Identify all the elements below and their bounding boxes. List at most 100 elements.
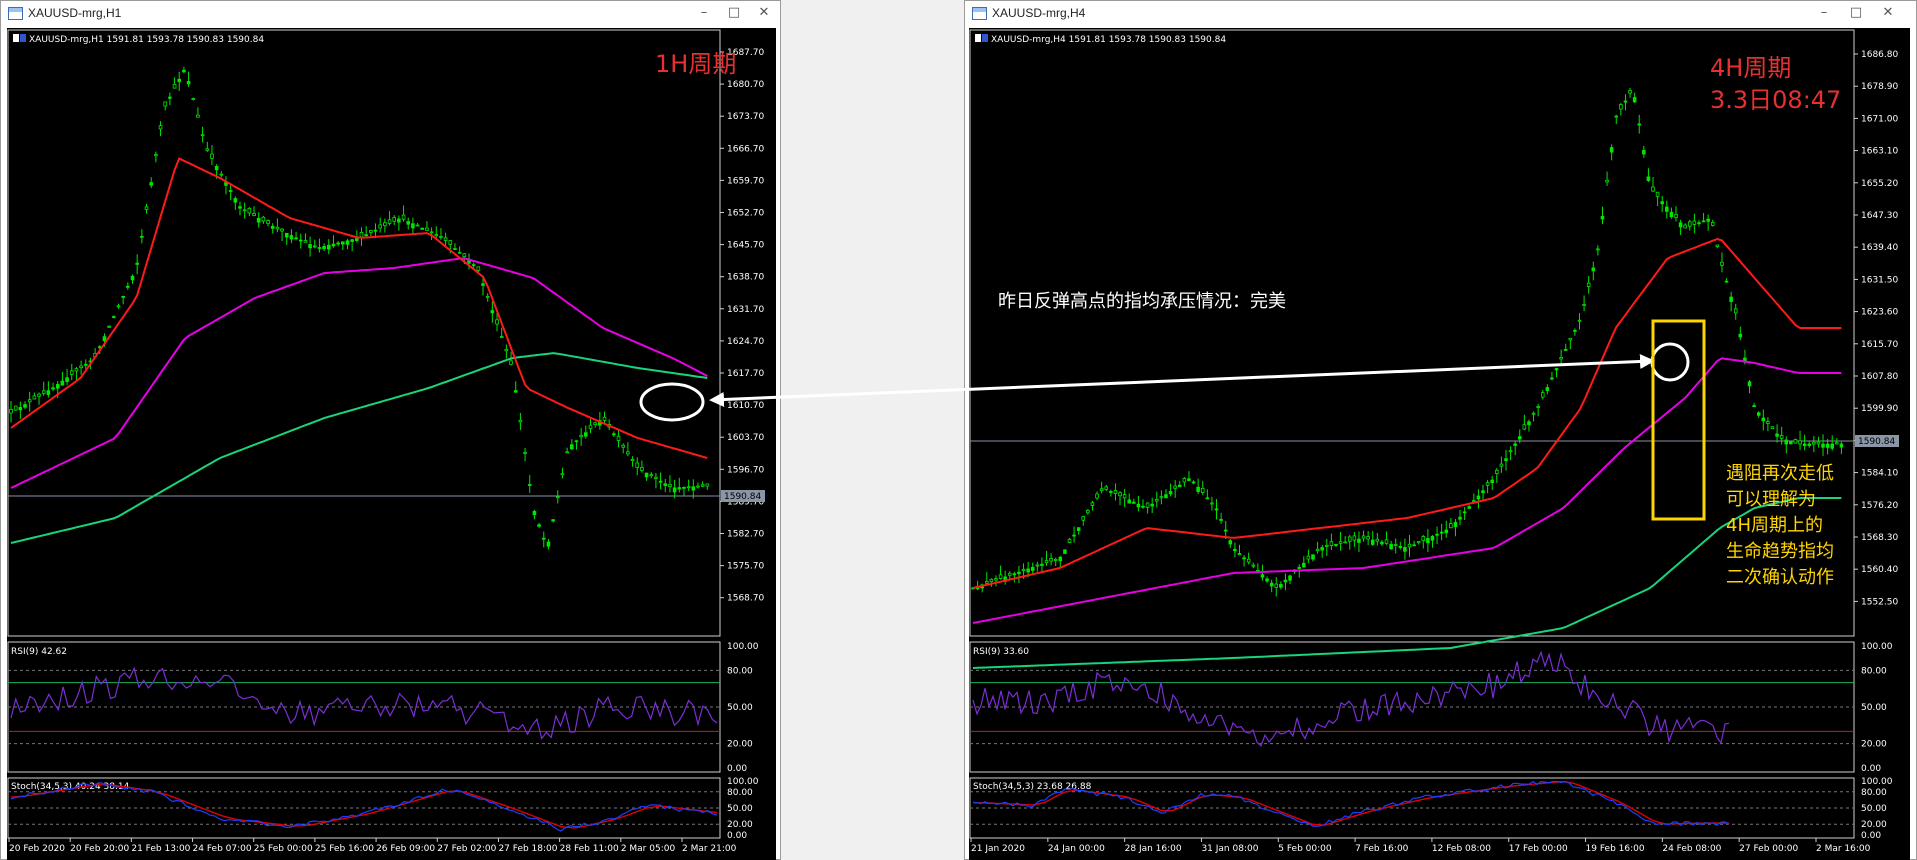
- price-candle: [350, 239, 354, 242]
- price-candle: [1435, 533, 1439, 536]
- time-tick-label: 28 Jan 16:00: [1125, 844, 1182, 854]
- price-candle: [1205, 497, 1210, 500]
- stoch-tick-label: 100.00: [727, 777, 759, 787]
- price-candle: [1389, 543, 1393, 550]
- price-tick-label: 1666.70: [727, 144, 764, 154]
- price-candle: [1288, 575, 1292, 581]
- chart-window-h1[interactable]: XAUUSD-mrg,H1 – □ ✕ XAUUSD-mrg,H1 1591.8…: [0, 0, 781, 860]
- price-candle: [121, 295, 125, 298]
- price-candle: [200, 134, 205, 137]
- price-candle: [989, 578, 994, 583]
- price-candle: [1660, 201, 1664, 205]
- stoch-tick-label: 20.00: [727, 820, 753, 830]
- stoch-tick-label: 0.00: [1861, 831, 1881, 841]
- price-candle: [1233, 548, 1237, 552]
- chart-window-h4[interactable]: XAUUSD-mrg,H4 – □ ✕ XAUUSD-mrg,H4 1591.8…: [964, 0, 1917, 860]
- price-candle: [1481, 490, 1485, 494]
- price-candle: [1586, 282, 1591, 287]
- price-candle: [700, 484, 705, 487]
- price-candle: [60, 380, 65, 386]
- stoch-tick-label: 20.00: [1861, 820, 1887, 830]
- price-candle: [672, 487, 677, 493]
- price-candle: [476, 266, 481, 271]
- price-candle: [1315, 548, 1320, 551]
- minimize-button[interactable]: –: [1813, 4, 1835, 22]
- price-candle: [439, 235, 443, 238]
- price-candle: [55, 384, 60, 389]
- price-chart-h4[interactable]: XAUUSD-mrg,H4 1591.81 1593.78 1590.83 15…: [969, 28, 1910, 860]
- chart-area-h4[interactable]: XAUUSD-mrg,H4 1591.81 1593.78 1590.83 15…: [969, 28, 1910, 860]
- price-tick-label: 1575.70: [727, 562, 764, 572]
- price-candle: [1536, 406, 1540, 408]
- price-candle: [1637, 123, 1642, 126]
- window-titlebar[interactable]: XAUUSD-mrg,H4 – □ ✕: [965, 1, 1916, 27]
- price-candle: [588, 424, 593, 430]
- price-candle: [1026, 568, 1030, 573]
- maximize-button[interactable]: □: [1845, 4, 1867, 22]
- stoch-tick-label: 50.00: [727, 804, 753, 814]
- price-candle: [168, 96, 172, 99]
- price-tick-label: 1584.10: [1861, 469, 1898, 479]
- window-titlebar[interactable]: XAUUSD-mrg,H1 – □ ✕: [1, 1, 780, 27]
- price-candle: [219, 173, 224, 176]
- price-candle: [640, 467, 644, 471]
- price-candle: [1738, 333, 1743, 338]
- chart-area-h1[interactable]: XAUUSD-mrg,H1 1591.81 1593.78 1590.83 15…: [7, 28, 776, 860]
- price-candle: [420, 227, 425, 230]
- price-candle: [1058, 556, 1063, 562]
- price-candle: [1715, 244, 1720, 247]
- close-button[interactable]: ✕: [753, 4, 775, 22]
- price-candle: [1384, 539, 1389, 544]
- price-candle: [401, 214, 406, 220]
- price-candle: [1563, 349, 1568, 351]
- price-candle: [256, 217, 261, 223]
- confirmation-note-line: 可以理解为: [1726, 489, 1816, 510]
- price-candle: [1655, 191, 1660, 197]
- price-candle: [112, 316, 116, 318]
- price-candle: [1646, 176, 1651, 181]
- price-candle: [1651, 186, 1655, 192]
- price-tick-label: 1686.80: [1861, 50, 1898, 60]
- price-candle: [518, 419, 523, 423]
- price-candle: [1770, 426, 1775, 430]
- price-candle: [1508, 450, 1513, 453]
- price-candle: [27, 399, 32, 403]
- price-candle: [621, 444, 626, 448]
- price-candle: [1499, 463, 1504, 467]
- maximize-button[interactable]: □: [723, 4, 745, 22]
- price-candle: [387, 219, 392, 224]
- minimize-button[interactable]: –: [693, 4, 715, 22]
- price-candle: [1697, 222, 1701, 225]
- price-candle: [289, 235, 294, 240]
- price-chart-h1[interactable]: XAUUSD-mrg,H1 1591.81 1593.78 1590.83 15…: [7, 28, 776, 860]
- price-tick-label: 1639.40: [1861, 243, 1898, 253]
- price-candle: [612, 433, 616, 436]
- time-tick-label: 24 Feb 07:00: [193, 844, 252, 854]
- current-price-label: 1590.84: [1858, 437, 1895, 447]
- price-candle: [1421, 536, 1426, 541]
- price-candle: [457, 251, 462, 254]
- price-candle: [415, 224, 420, 227]
- price-candle: [1733, 308, 1738, 314]
- symbol-header: XAUUSD-mrg,H1 1591.81 1593.78 1590.83 15…: [29, 35, 264, 45]
- rsi-tick-label: 0.00: [727, 764, 747, 774]
- time-tick-label: 21 Feb 13:00: [131, 844, 190, 854]
- price-candle: [1072, 534, 1076, 537]
- price-candle: [1545, 387, 1550, 391]
- price-candle: [1540, 392, 1545, 398]
- price-candle: [532, 510, 537, 516]
- price-candle: [705, 483, 710, 487]
- current-price-label: 1590.84: [724, 492, 761, 502]
- price-candle: [555, 496, 560, 499]
- close-button[interactable]: ✕: [1877, 4, 1899, 22]
- price-candle: [158, 125, 163, 130]
- price-tick-label: 1673.70: [727, 112, 764, 122]
- price-candle: [41, 390, 46, 394]
- price-candle: [1173, 485, 1177, 489]
- price-tick-label: 1624.70: [727, 337, 764, 347]
- price-candle: [1807, 443, 1812, 446]
- price-candle: [546, 541, 551, 547]
- price-candle: [298, 239, 303, 242]
- price-candle: [1793, 439, 1798, 444]
- time-tick-label: 31 Jan 08:00: [1201, 844, 1258, 854]
